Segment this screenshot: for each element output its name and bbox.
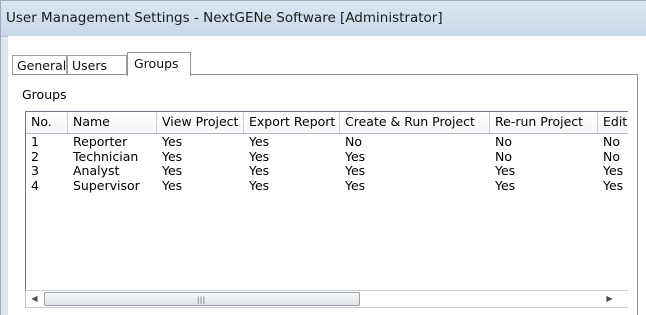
column-header-create-run-project[interactable]: Create & Run Project [340, 112, 490, 133]
cell-create-run-project: Yes [345, 177, 366, 193]
list-body: 1 Reporter Yes Yes No No No 2 Technician… [26, 135, 628, 193]
scrollbar-thumb[interactable]: ||| [44, 292, 360, 306]
tab-groups[interactable]: Groups [127, 52, 191, 76]
cell-rerun-project: No [495, 134, 512, 149]
title-bar[interactable]: User Management Settings - NextGENe Soft… [1, 1, 646, 37]
cell-edit: Yes [603, 163, 624, 178]
cell-edit: No [603, 134, 620, 149]
cell-name: Technician [73, 148, 139, 164]
cell-name: Reporter [73, 134, 128, 149]
cell-no: 3 [31, 163, 39, 178]
column-header-rerun-project[interactable]: Re-run Project [490, 112, 598, 133]
column-header-view-project[interactable]: View Project [157, 112, 244, 133]
cell-rerun-project: Yes [495, 163, 516, 178]
cell-rerun-project: Yes [495, 177, 516, 193]
cell-create-run-project: No [345, 134, 362, 149]
cell-view-project: Yes [162, 163, 183, 178]
cell-create-run-project: Yes [345, 163, 366, 178]
window-title: User Management Settings - NextGENe Soft… [6, 10, 443, 26]
column-header-export-report[interactable]: Export Report [244, 112, 340, 133]
cell-edit: Yes [603, 177, 624, 193]
list-header: No. Name View Project Export Report Crea… [26, 112, 628, 134]
scroll-right-arrow-icon[interactable]: ▶ [601, 291, 618, 307]
cell-no: 1 [31, 134, 39, 149]
table-row[interactable]: 1 Reporter Yes Yes No No No [26, 135, 628, 150]
cell-view-project: Yes [162, 134, 183, 149]
cell-create-run-project: Yes [345, 148, 366, 164]
cell-name: Analyst [73, 163, 120, 178]
table-row[interactable]: 4 Supervisor Yes Yes Yes Yes Yes [26, 177, 628, 194]
tab-general[interactable]: General [12, 55, 67, 75]
cell-view-project: Yes [162, 177, 183, 193]
groups-list-view[interactable]: No. Name View Project Export Report Crea… [25, 111, 628, 301]
cell-view-project: Yes [162, 148, 183, 164]
cell-edit: No [603, 148, 620, 164]
cell-export-report: Yes [249, 177, 270, 193]
column-header-edit[interactable]: Edit [598, 112, 628, 133]
cell-name: Supervisor [73, 177, 140, 193]
cell-rerun-project: No [495, 148, 512, 164]
cell-no: 2 [31, 148, 39, 164]
cell-export-report: Yes [249, 148, 270, 164]
cell-export-report: Yes [249, 134, 270, 149]
cell-export-report: Yes [249, 163, 270, 178]
horizontal-scrollbar[interactable]: ◀ ||| ▶ [25, 290, 628, 308]
scrollbar-grip-icon: ||| [197, 296, 206, 304]
column-header-no[interactable]: No. [26, 112, 68, 133]
column-header-name[interactable]: Name [68, 112, 157, 133]
scroll-left-arrow-icon[interactable]: ◀ [26, 291, 43, 307]
table-row[interactable]: 2 Technician Yes Yes Yes No No [26, 148, 628, 165]
tab-users[interactable]: Users [67, 55, 127, 75]
cell-no: 4 [31, 177, 39, 193]
groups-section-label: Groups [22, 87, 67, 102]
table-row[interactable]: 3 Analyst Yes Yes Yes Yes Yes [26, 164, 628, 179]
